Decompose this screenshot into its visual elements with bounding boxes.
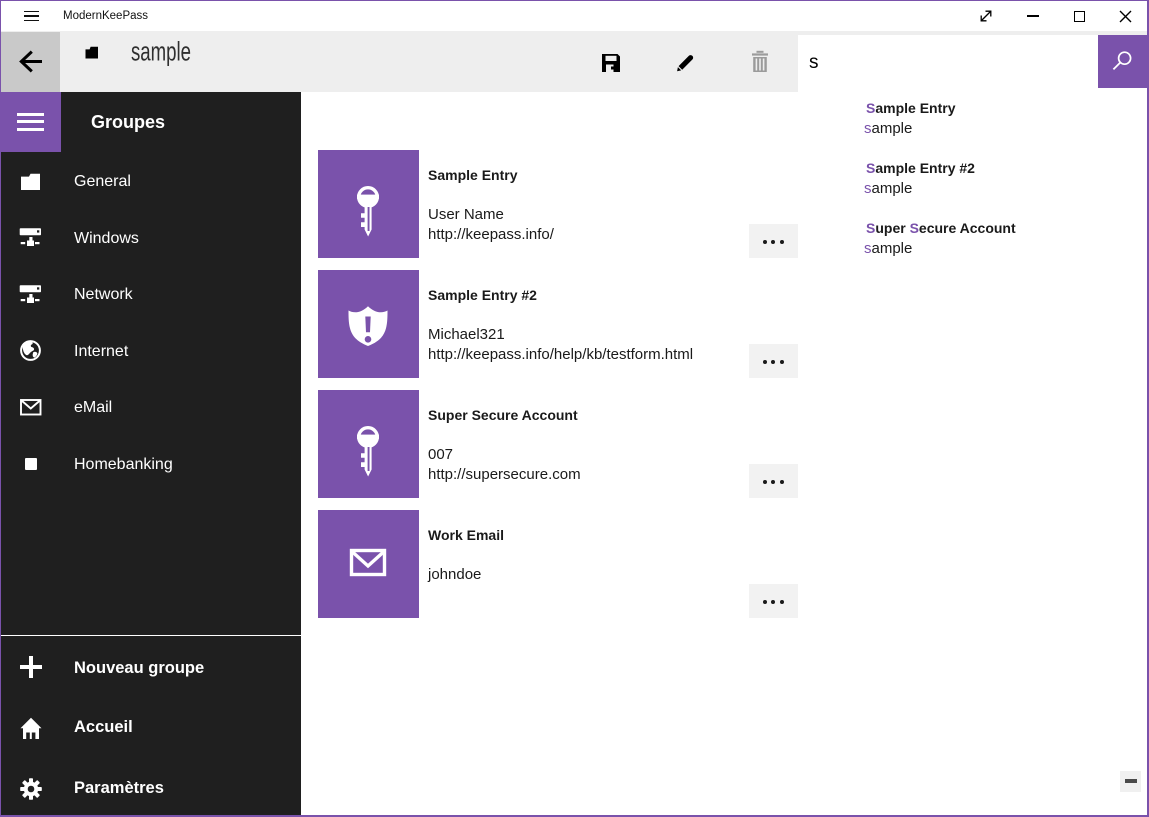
svg-text:sample: sample	[131, 37, 191, 67]
